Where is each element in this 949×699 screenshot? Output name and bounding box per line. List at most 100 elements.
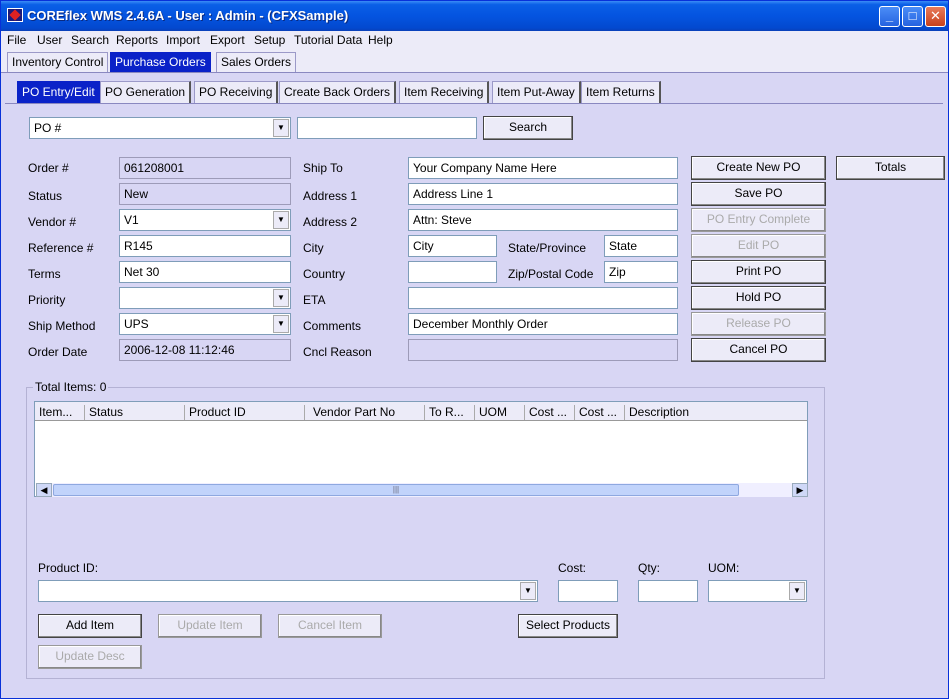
- tab-purchase-orders[interactable]: Purchase Orders: [110, 52, 211, 72]
- menu-tutorial-data[interactable]: Tutorial Data: [294, 33, 362, 47]
- update-item-button[interactable]: Update Item: [158, 614, 262, 638]
- menu-help[interactable]: Help: [368, 33, 393, 47]
- print-po-button[interactable]: Print PO: [691, 260, 826, 284]
- col-status[interactable]: Status: [85, 405, 185, 420]
- minimize-icon[interactable]: _: [879, 6, 900, 27]
- update-desc-button[interactable]: Update Desc: [38, 645, 142, 669]
- release-po-button[interactable]: Release PO: [691, 312, 826, 336]
- order-number-label: Order #: [28, 161, 69, 175]
- qty-label: Qty:: [638, 561, 661, 575]
- tab-po-entry-edit[interactable]: PO Entry/Edit: [17, 81, 101, 103]
- address2-field[interactable]: Attn: Steve: [408, 209, 678, 231]
- tab-item-returns[interactable]: Item Returns: [581, 81, 661, 103]
- totals-button[interactable]: Totals: [836, 156, 945, 180]
- cost-label: Cost:: [558, 561, 587, 575]
- status-field: New: [119, 183, 291, 205]
- sub-tab-bar: PO Entry/Edit PO Generation PO Receiving…: [1, 73, 948, 105]
- zip-field[interactable]: Zip: [604, 261, 678, 283]
- col-to-receive[interactable]: To R...: [425, 405, 475, 420]
- scrollbar-thumb[interactable]: |||: [53, 484, 739, 496]
- product-id-select[interactable]: ▼: [38, 580, 538, 602]
- order-number-field: 061208001: [119, 157, 291, 179]
- save-po-button[interactable]: Save PO: [691, 182, 826, 206]
- menu-reports[interactable]: Reports: [116, 33, 158, 47]
- ship-method-select[interactable]: UPS ▼: [119, 313, 291, 335]
- items-table[interactable]: Item... Status Product ID Vendor Part No…: [34, 401, 808, 497]
- hold-po-button[interactable]: Hold PO: [691, 286, 826, 310]
- menu-search[interactable]: Search: [71, 33, 109, 47]
- col-product-id[interactable]: Product ID: [185, 405, 305, 420]
- add-item-button[interactable]: Add Item: [38, 614, 142, 638]
- search-field-select[interactable]: PO # ▼: [29, 117, 291, 139]
- app-window: COREflex WMS 2.4.6A - User : Admin - (CF…: [0, 0, 949, 699]
- col-uom[interactable]: UOM: [475, 405, 525, 420]
- col-cost-1[interactable]: Cost ...: [525, 405, 575, 420]
- ship-method-value: UPS: [124, 317, 149, 331]
- po-entry-complete-button[interactable]: PO Entry Complete: [691, 208, 826, 232]
- city-field[interactable]: City: [408, 235, 497, 257]
- menu-user[interactable]: User: [37, 33, 62, 47]
- terms-field[interactable]: Net 30: [119, 261, 291, 283]
- terms-label: Terms: [28, 267, 61, 281]
- menu-setup[interactable]: Setup: [254, 33, 285, 47]
- col-cost-2[interactable]: Cost ...: [575, 405, 625, 420]
- cncl-reason-field: [408, 339, 678, 361]
- create-new-po-button[interactable]: Create New PO: [691, 156, 826, 180]
- reference-label: Reference #: [28, 241, 94, 255]
- horizontal-scrollbar[interactable]: ◀ ||| ▶: [36, 483, 808, 497]
- tab-item-put-away[interactable]: Item Put-Away: [492, 81, 581, 103]
- col-vendor-part-no[interactable]: Vendor Part No: [305, 405, 425, 420]
- address1-field[interactable]: Address Line 1: [408, 183, 678, 205]
- cancel-item-button[interactable]: Cancel Item: [278, 614, 382, 638]
- tab-sales-orders[interactable]: Sales Orders: [216, 52, 297, 72]
- vendor-value: V1: [124, 213, 139, 227]
- search-input[interactable]: [297, 117, 477, 139]
- menu-export[interactable]: Export: [210, 33, 245, 47]
- select-products-button[interactable]: Select Products: [518, 614, 618, 638]
- close-icon[interactable]: ✕: [925, 6, 946, 27]
- state-field[interactable]: State: [604, 235, 678, 257]
- priority-select[interactable]: ▼: [119, 287, 291, 309]
- cost-field[interactable]: [558, 580, 618, 602]
- search-field-value: PO #: [34, 121, 62, 135]
- vendor-select[interactable]: V1 ▼: [119, 209, 291, 231]
- chevron-down-icon[interactable]: ▼: [520, 582, 536, 600]
- title-bar: COREflex WMS 2.4.6A - User : Admin - (CF…: [1, 1, 948, 31]
- app-logo-icon: [7, 8, 23, 22]
- menu-import[interactable]: Import: [166, 33, 200, 47]
- eta-field[interactable]: [408, 287, 678, 309]
- chevron-down-icon[interactable]: ▼: [273, 315, 289, 333]
- tab-item-receiving[interactable]: Item Receiving: [399, 81, 490, 103]
- priority-label: Priority: [28, 293, 66, 307]
- tab-inventory-control[interactable]: Inventory Control: [7, 52, 109, 72]
- tab-po-generation[interactable]: PO Generation: [100, 81, 192, 103]
- ship-to-label: Ship To: [303, 161, 343, 175]
- cancel-po-button[interactable]: Cancel PO: [691, 338, 826, 362]
- country-field[interactable]: [408, 261, 497, 283]
- search-button[interactable]: Search: [483, 116, 573, 140]
- tab-divider: [5, 103, 943, 104]
- edit-po-button[interactable]: Edit PO: [691, 234, 826, 258]
- col-description[interactable]: Description: [625, 405, 807, 420]
- window-title: COREflex WMS 2.4.6A - User : Admin - (CF…: [27, 8, 349, 23]
- address1-label: Address 1: [303, 189, 358, 203]
- qty-field[interactable]: [638, 580, 698, 602]
- comments-field[interactable]: December Monthly Order: [408, 313, 678, 335]
- chevron-down-icon[interactable]: ▼: [789, 582, 805, 600]
- scroll-left-icon[interactable]: ◀: [36, 483, 52, 497]
- uom-select[interactable]: ▼: [708, 580, 807, 602]
- col-item[interactable]: Item...: [35, 405, 85, 420]
- address2-label: Address 2: [303, 215, 358, 229]
- chevron-down-icon[interactable]: ▼: [273, 211, 289, 229]
- tab-po-receiving[interactable]: PO Receiving: [194, 81, 279, 103]
- items-table-header: Item... Status Product ID Vendor Part No…: [35, 402, 807, 421]
- reference-field[interactable]: R145: [119, 235, 291, 257]
- chevron-down-icon[interactable]: ▼: [273, 119, 289, 137]
- chevron-down-icon[interactable]: ▼: [273, 289, 289, 307]
- ship-to-field[interactable]: Your Company Name Here: [408, 157, 678, 179]
- menu-file[interactable]: File: [7, 33, 26, 47]
- tab-create-back-orders[interactable]: Create Back Orders: [279, 81, 397, 103]
- maximize-icon[interactable]: □: [902, 6, 923, 27]
- scroll-right-icon[interactable]: ▶: [792, 483, 808, 497]
- status-label: Status: [28, 189, 63, 203]
